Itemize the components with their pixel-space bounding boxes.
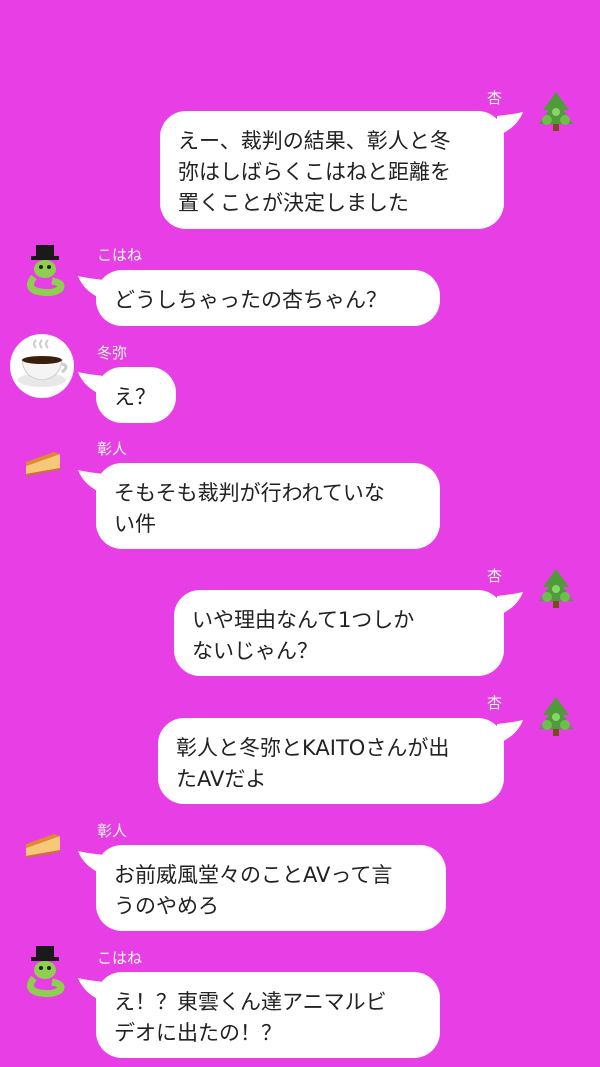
message-bubble[interactable]: お前威風堂々のことAVって言 うのやめろ <box>96 845 446 931</box>
sender-name: 杏 <box>487 694 503 712</box>
snake-hat-icon[interactable] <box>22 946 68 998</box>
message-bubble[interactable]: え！？東雲くん達アニマルビ デオに出たの！？ <box>96 972 440 1058</box>
tree-icon[interactable] <box>533 695 579 739</box>
cheesecake-icon[interactable] <box>24 830 62 858</box>
sender-name: 彰人 <box>97 822 128 840</box>
cheesecake-icon[interactable] <box>24 448 62 476</box>
message-bubble[interactable]: いや理由なんて1つしか ないじゃん？ <box>174 590 504 676</box>
sender-name: 彰人 <box>97 440 128 458</box>
tree-icon[interactable] <box>533 567 579 611</box>
message-bubble[interactable]: え？ <box>96 367 176 423</box>
snake-hat-icon[interactable] <box>22 245 68 297</box>
coffee-cup-icon[interactable] <box>10 334 74 398</box>
sender-name: 杏 <box>487 567 503 585</box>
message-bubble[interactable]: どうしちゃったの杏ちゃん？ <box>96 270 440 326</box>
sender-name: こはね <box>97 949 143 967</box>
sender-name: 冬弥 <box>97 344 128 362</box>
message-bubble[interactable]: えー、裁判の結果、彰人と冬 弥はしばらくこはねと距離を 置くことが決定しました <box>160 111 504 229</box>
sender-name: こはね <box>97 246 143 264</box>
message-bubble[interactable]: 彰人と冬弥とKAITOさんが出 たAVだよ <box>158 718 504 804</box>
tree-icon[interactable] <box>533 90 579 134</box>
chat-screen: { "chat": { "messages": [ {"sender": "杏"… <box>0 0 600 1067</box>
sender-name: 杏 <box>487 89 503 107</box>
message-bubble[interactable]: そもそも裁判が行われていな い件 <box>96 463 440 549</box>
